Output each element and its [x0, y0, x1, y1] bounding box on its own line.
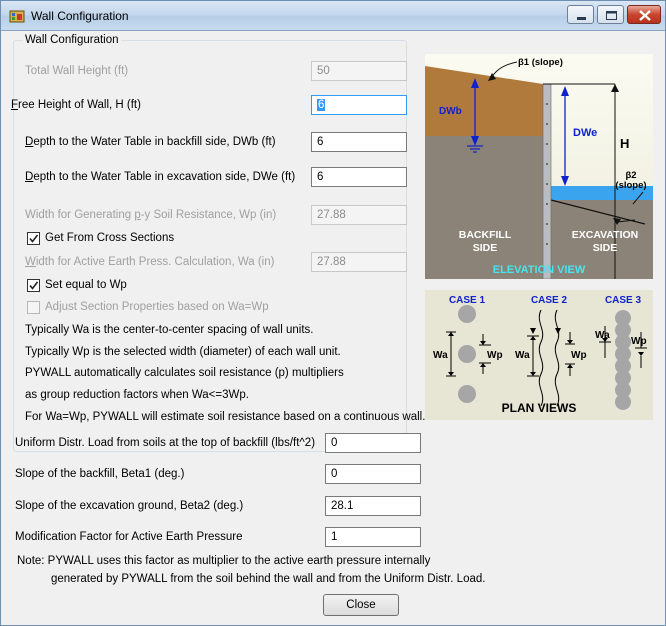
- maximize-icon: [606, 11, 617, 20]
- free-height-value: 6: [317, 99, 326, 111]
- dialog-body: Wall Configuration Total Wall Height (ft…: [9, 32, 659, 620]
- case2-wp-text: Wp: [571, 350, 587, 361]
- elevation-view-diagram: β1 (slope) DWb DWe H β2 (slope) BACKFILL: [425, 54, 653, 279]
- wa-label: Width for Active Earth Press. Calculatio…: [25, 256, 274, 268]
- case1-wp-text: Wp: [487, 350, 503, 361]
- close-icon: [639, 10, 651, 21]
- close-window-button[interactable]: [627, 5, 661, 24]
- dwe-label-text: epth to the Water Table in excavation si…: [33, 171, 296, 183]
- dwe-input[interactable]: 6: [311, 167, 407, 187]
- title-bar: Wall Configuration: [1, 1, 665, 31]
- mod-factor-label: Modification Factor for Active Earth Pre…: [15, 531, 243, 543]
- plan-views-diagram: CASE 1 CASE 2 CASE 3 Wa Wp Wa Wp Wa Wp P…: [425, 290, 653, 420]
- checkmark-icon: [29, 234, 39, 243]
- beta1-text: β1 (slope): [518, 57, 563, 68]
- mod-factor-input[interactable]: 1: [325, 527, 421, 547]
- info-line: Typically Wa is the center-to-center spa…: [25, 324, 314, 336]
- checkmark-icon: [29, 281, 39, 290]
- wp-input: 27.88: [311, 205, 407, 225]
- adjust-section-checkbox: [27, 301, 40, 314]
- case3-wp-text: Wp: [631, 336, 647, 347]
- info-line: as group reduction factors when Wa<=3Wp.: [25, 389, 249, 401]
- wa-input: 27.88: [311, 252, 407, 272]
- set-equal-label: Set equal to Wp: [45, 279, 127, 291]
- maximize-button[interactable]: [597, 5, 624, 24]
- free-height-input[interactable]: 6: [311, 95, 407, 115]
- wp-label-pre: Width for Generating: [25, 209, 135, 221]
- wa-label-text: idth for Active Earth Press. Calculation…: [35, 256, 275, 268]
- backfill-soil-lower: [425, 136, 543, 279]
- beta2-label: Slope of the excavation ground, Beta2 (d…: [15, 500, 244, 512]
- dwb-label: Depth to the Water Table in backfill sid…: [25, 136, 276, 148]
- load-label: Uniform Distr. Load from soils at the to…: [15, 437, 316, 449]
- free-height-label-text: ree Height of Wall, H (ft): [18, 99, 141, 111]
- case1-label: CASE 1: [449, 295, 486, 306]
- excavation-side-text-a: EXCAVATION: [572, 229, 639, 241]
- total-height-label: Total Wall Height (ft): [25, 65, 129, 77]
- note-line-2: generated by PYWALL from the soil behind…: [51, 573, 486, 585]
- load-input[interactable]: 0: [325, 433, 421, 453]
- dwe-label: Depth to the Water Table in excavation s…: [25, 171, 295, 183]
- minimize-icon: [577, 17, 586, 20]
- wp-label-post: -y Soil Resistance, Wp (in): [140, 209, 277, 221]
- dwe-text: DWe: [573, 127, 597, 139]
- free-height-mnemonic: F: [11, 99, 19, 111]
- window-title: Wall Configuration: [31, 9, 129, 23]
- app-icon: [9, 10, 25, 23]
- total-height-input: 50: [311, 61, 407, 81]
- adjust-section-label: Adjust Section Properties based on Wa=Wp: [45, 301, 269, 313]
- h-text: H: [620, 136, 629, 151]
- info-line: For Wa=Wp, PYWALL will estimate soil res…: [25, 411, 426, 423]
- case1-wa-text: Wa: [433, 350, 448, 361]
- dwb-label-text: epth to the Water Table in backfill side…: [33, 136, 276, 148]
- case3-label: CASE 3: [605, 295, 642, 306]
- info-line: PYWALL automatically calculates soil res…: [25, 367, 344, 379]
- note-line-1: Note: PYWALL uses this factor as multipl…: [17, 555, 431, 567]
- beta1-label: Slope of the backfill, Beta1 (deg.): [15, 468, 185, 480]
- case2-label: CASE 2: [531, 295, 568, 306]
- case2-wa-text: Wa: [515, 350, 530, 361]
- beta2-text-b: (slope): [615, 180, 646, 191]
- backfill-side-text-a: BACKFILL: [459, 229, 512, 241]
- dwb-input[interactable]: 6: [311, 132, 407, 152]
- backfill-side-text-b: SIDE: [473, 242, 498, 254]
- minimize-button[interactable]: [567, 5, 594, 24]
- info-line: Typically Wp is the selected width (diam…: [25, 346, 341, 358]
- elevation-caption: ELEVATION VIEW: [493, 264, 586, 276]
- wall-configuration-window: Wall Configuration Wall Configuration To…: [0, 0, 666, 626]
- beta2-input[interactable]: 28.1: [325, 496, 421, 516]
- beta1-input[interactable]: 0: [325, 464, 421, 484]
- free-height-label: Free Height of Wall, H (ft): [11, 99, 141, 111]
- wall: [542, 83, 552, 279]
- wp-label: Width for Generating p-y Soil Resistance…: [25, 209, 276, 221]
- excavation-side-text-b: SIDE: [593, 242, 618, 254]
- wa-mnemonic: W: [25, 256, 36, 268]
- dwb-text: DWb: [439, 106, 462, 117]
- plan-views-caption: PLAN VIEWS: [502, 401, 577, 415]
- set-equal-checkbox[interactable]: [27, 279, 40, 292]
- get-from-cross-checkbox[interactable]: [27, 232, 40, 245]
- get-from-cross-label: Get From Cross Sections: [45, 232, 175, 244]
- group-title: Wall Configuration: [23, 34, 121, 46]
- close-button[interactable]: Close: [323, 594, 399, 616]
- case3-wa-text: Wa: [595, 330, 610, 341]
